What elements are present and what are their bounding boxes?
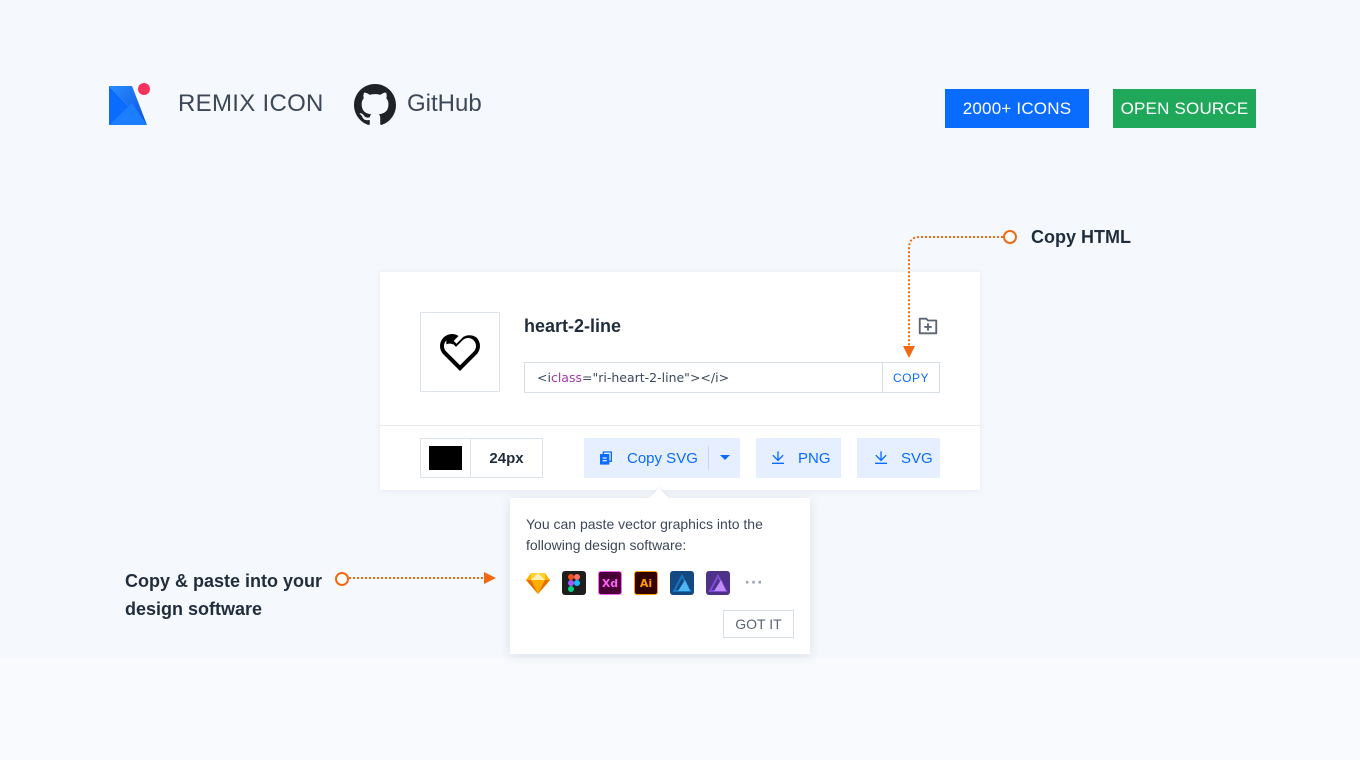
icons-count-badge[interactable]: 2000+ ICONS (945, 89, 1089, 128)
icon-detail-card: heart-2-line <i class = "ri-heart-2-line" >… (380, 272, 980, 490)
popover-arrow (649, 488, 669, 508)
annotation-paste-design: Copy & paste into your design software (125, 571, 323, 619)
copy-icon (600, 451, 612, 465)
add-to-collection-button[interactable] (917, 315, 939, 337)
popover-text: You can paste vector graphics into the f… (526, 516, 763, 553)
code-eq: = (581, 370, 593, 385)
code-tag-close: ></i> (689, 370, 730, 385)
code-tag-open: <i (537, 370, 551, 385)
paste-design-arrow (335, 572, 496, 586)
github-link[interactable] (354, 84, 396, 126)
code-attr: class (550, 370, 582, 385)
caret-down-icon (719, 455, 730, 460)
design-software-popover: You can paste vector graphics into the f… (510, 488, 810, 654)
annotation-copy-html: Copy HTML (1031, 227, 1131, 247)
color-picker-swatch[interactable] (429, 446, 462, 470)
brand-name[interactable]: REMIX ICON (178, 90, 324, 118)
adobe-illustrator-icon: Ai (634, 571, 658, 595)
copy-svg-split-button: Copy SVG (584, 438, 740, 478)
png-label: PNG (798, 449, 831, 467)
heart-2-line-icon (440, 334, 481, 371)
copy-html-button[interactable]: COPY (882, 362, 940, 393)
sketch-icon (526, 571, 550, 595)
github-label[interactable]: GitHub (407, 90, 482, 118)
folder-add-icon (918, 317, 938, 335)
github-icon (354, 84, 396, 125)
icon-name-title: heart-2-line (524, 316, 622, 336)
color-size-control: 24px (420, 438, 543, 478)
html-code-field[interactable]: <i class = "ri-heart-2-line" ></i> (524, 362, 884, 393)
card-divider (380, 425, 980, 426)
open-source-badge[interactable]: OPEN SOURCE (1113, 89, 1256, 128)
code-value: "ri-heart-2-line" (592, 370, 690, 385)
affinity-designer-icon (670, 571, 694, 595)
got-it-button[interactable]: GOT IT (723, 610, 794, 638)
copy-svg-button[interactable]: Copy SVG (584, 438, 708, 478)
affinity-photo-icon (706, 571, 730, 595)
download-icon (875, 451, 887, 464)
copy-svg-dropdown-toggle[interactable] (709, 438, 740, 478)
remix-icon-logo[interactable] (108, 83, 152, 127)
design-apps-list: Xd Ai ··· (526, 571, 778, 595)
size-input[interactable]: 24px (471, 450, 542, 467)
download-png-button[interactable]: PNG (756, 438, 841, 478)
svg-label: SVG (901, 449, 933, 467)
icon-preview (420, 312, 500, 392)
adobe-xd-icon: Xd (598, 571, 622, 595)
more-apps-icon: ··· (744, 575, 764, 591)
page-lower-background (0, 658, 1360, 760)
download-icon (772, 451, 784, 464)
figma-icon (562, 571, 586, 595)
copy-svg-label: Copy SVG (627, 449, 698, 467)
download-svg-button[interactable]: SVG (857, 438, 940, 478)
remix-logo-icon (109, 83, 150, 125)
